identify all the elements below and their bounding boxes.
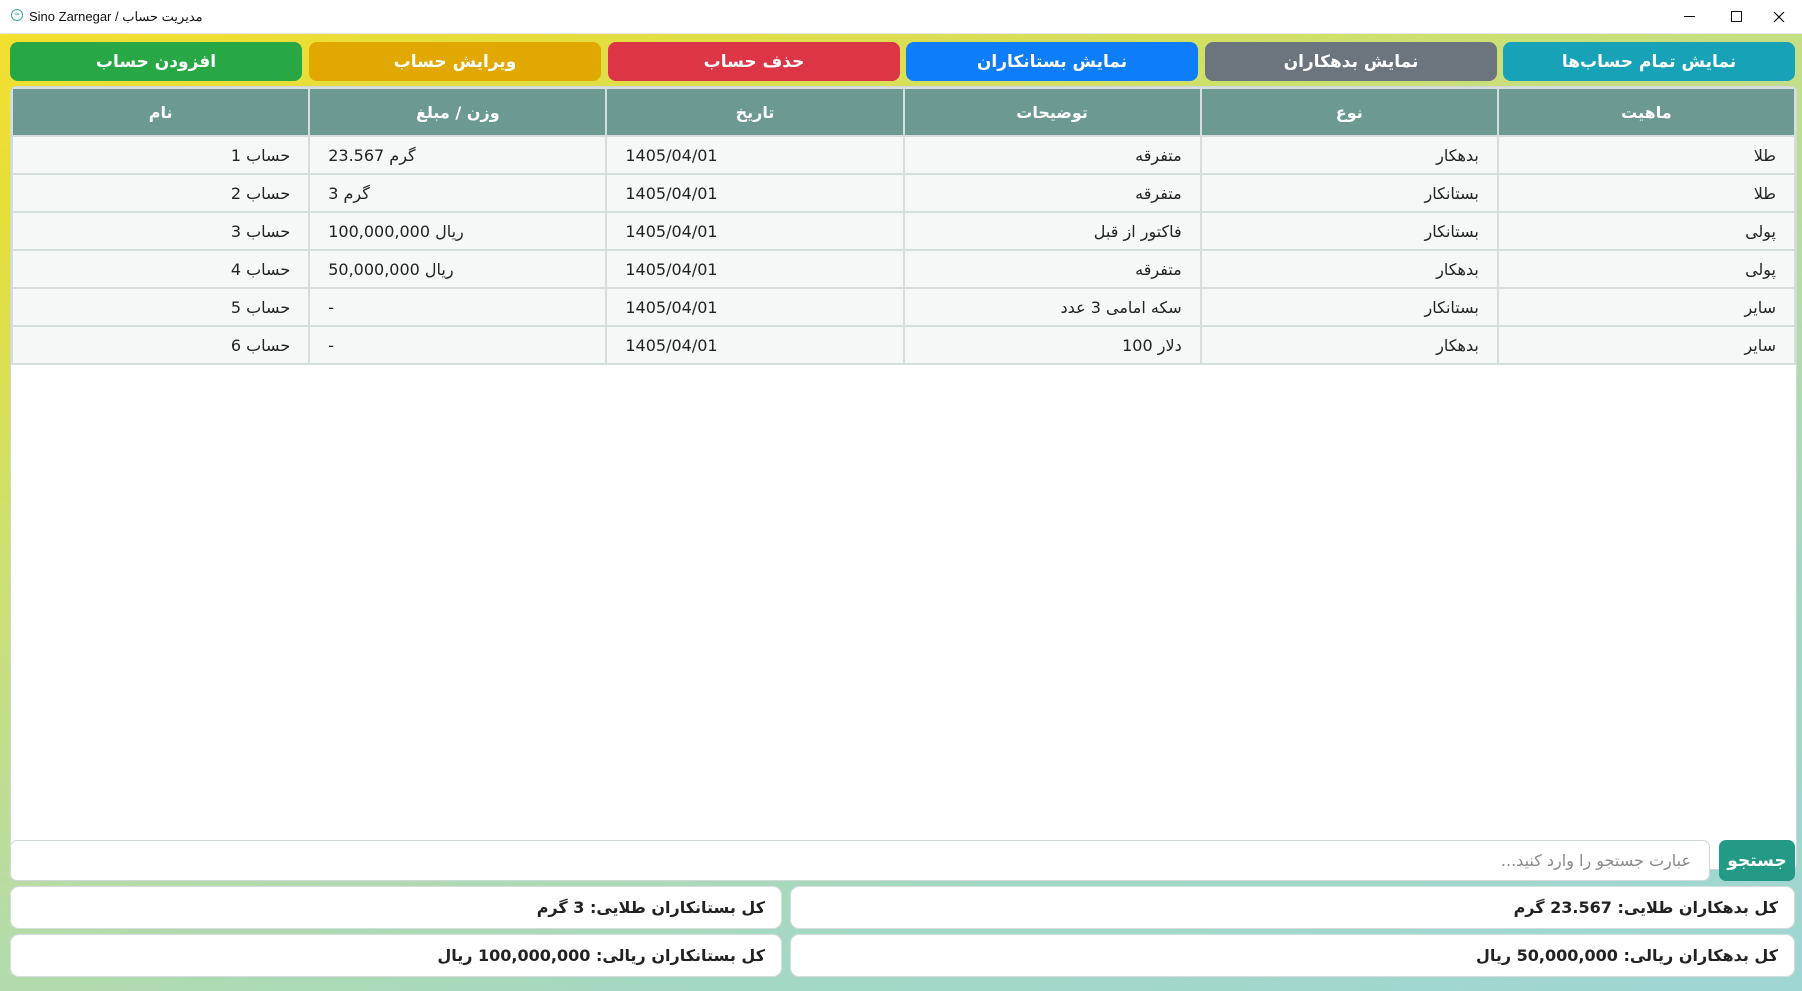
main-window: نمایش تمام حساب‌ها نمایش بدهکاران نمایش … xyxy=(0,34,1802,991)
show-debtors-button[interactable]: نمایش بدهکاران xyxy=(1205,42,1497,81)
table-cell[interactable]: بدهکار xyxy=(1199,135,1499,175)
table-cell[interactable]: سایر xyxy=(1496,287,1796,327)
table-cell[interactable]: سکه امامی 3 عدد xyxy=(902,287,1202,327)
show-creditors-button[interactable]: نمایش بستانکاران xyxy=(906,42,1198,81)
table-cell[interactable]: 1405/04/01 xyxy=(605,249,905,289)
table-cell[interactable]: 50,000,000 ریال xyxy=(308,249,608,289)
search-input[interactable] xyxy=(10,840,1710,881)
gold-debtors-total: کل بدهکاران طلایی: 23.567 گرم xyxy=(790,886,1795,929)
table-cell[interactable]: بستانکار xyxy=(1199,211,1499,251)
table-cell[interactable]: فاکتور از قبل xyxy=(902,211,1202,251)
add-account-button[interactable]: افزودن حساب xyxy=(10,42,302,81)
table-cell[interactable]: 100,000,000 ریال xyxy=(308,211,608,251)
table-cell[interactable]: متفرقه xyxy=(902,173,1202,213)
accounts-table-panel: ماهیت نوع توضیحات تاریخ وزن / مبلغ نام طلا بده… xyxy=(10,86,1797,870)
table-cell[interactable]: دلار 100 xyxy=(902,325,1202,365)
table-cell[interactable]: 1405/04/01 xyxy=(605,135,905,175)
rial-debtors-total: کل بدهکاران ریالی: 50,000,000 ریال xyxy=(790,934,1795,977)
maximize-button[interactable] xyxy=(1713,0,1759,33)
column-header[interactable]: تاریخ xyxy=(605,87,905,137)
minimize-button[interactable] xyxy=(1666,0,1712,33)
window-title: Sino Zarnegar / مدیریت حساب xyxy=(29,9,203,24)
table-cell[interactable]: 1405/04/01 xyxy=(605,287,905,327)
table-row[interactable]: طلا بستانکار متفرقه 1405/04/01 3 گرم حساب 2 xyxy=(11,173,1796,213)
table-cell[interactable]: 1405/04/01 xyxy=(605,173,905,213)
table-cell[interactable]: - xyxy=(308,325,608,365)
table-cell[interactable]: 1405/04/01 xyxy=(605,325,905,365)
app-logo-icon: ≈ xyxy=(11,9,23,21)
table-cell[interactable]: بستانکار xyxy=(1199,287,1499,327)
table-cell[interactable]: بدهکار xyxy=(1199,249,1499,289)
table-cell[interactable]: حساب 2 xyxy=(11,173,311,213)
table-cell[interactable]: 1405/04/01 xyxy=(605,211,905,251)
table-row[interactable]: پولی بدهکار متفرقه 1405/04/01 50,000,000 ریا… xyxy=(11,249,1796,289)
maximize-icon xyxy=(1730,11,1742,22)
table-cell[interactable]: حساب 4 xyxy=(11,249,311,289)
table-cell[interactable]: - xyxy=(308,287,608,327)
accounts-table: ماهیت نوع توضیحات تاریخ وزن / مبلغ نام طلا بده… xyxy=(11,87,1796,365)
table-cell[interactable]: متفرقه xyxy=(902,135,1202,175)
table-row[interactable]: پولی بستانکار فاکتور از قبل 1405/04/01 100,0… xyxy=(11,211,1796,251)
table-cell[interactable]: پولی xyxy=(1496,211,1796,251)
table-cell[interactable]: حساب 1 xyxy=(11,135,311,175)
column-header[interactable]: توضیحات xyxy=(902,87,1202,137)
table-cell[interactable]: بستانکار xyxy=(1199,173,1499,213)
table-cell[interactable]: طلا xyxy=(1496,135,1796,175)
show-all-accounts-button[interactable]: نمایش تمام حساب‌ها xyxy=(1503,42,1795,81)
column-header[interactable]: نوع xyxy=(1199,87,1499,137)
table-cell[interactable]: 23.567 گرم xyxy=(308,135,608,175)
table-cell[interactable]: پولی xyxy=(1496,249,1796,289)
table-cell[interactable]: بدهکار xyxy=(1199,325,1499,365)
rial-creditors-total: کل بستانکاران ریالی: 100,000,000 ریال xyxy=(10,934,782,977)
column-header[interactable]: وزن / مبلغ xyxy=(308,87,608,137)
delete-account-button[interactable]: حذف حساب xyxy=(608,42,900,81)
table-row[interactable]: سایر بستانکار سکه امامی 3 عدد 1405/04/01- حس… xyxy=(11,287,1796,327)
column-header[interactable]: نام xyxy=(11,87,311,137)
close-button[interactable] xyxy=(1756,0,1802,33)
table-cell[interactable]: حساب 5 xyxy=(11,287,311,327)
table-cell[interactable]: 3 گرم xyxy=(308,173,608,213)
table-row[interactable]: سایر بدهکار دلار 100 1405/04/01- حساب 6 xyxy=(11,325,1796,365)
table-cell[interactable]: طلا xyxy=(1496,173,1796,213)
table-cell[interactable]: متفرقه xyxy=(902,249,1202,289)
title-bar: ≈ Sino Zarnegar / مدیریت حساب xyxy=(0,0,1802,34)
column-header[interactable]: ماهیت xyxy=(1496,87,1796,137)
table-row[interactable]: طلا بدهکار متفرقه 1405/04/01 23.567 گرم حساب … xyxy=(11,135,1796,175)
close-icon xyxy=(1773,11,1785,22)
gold-creditors-total: کل بستانکاران طلایی: 3 گرم xyxy=(10,886,782,929)
table-header-row: ماهیت نوع توضیحات تاریخ وزن / مبلغ نام xyxy=(11,87,1796,137)
minimize-icon xyxy=(1683,16,1695,17)
table-body: طلا بدهکار متفرقه 1405/04/01 23.567 گرم حساب … xyxy=(11,135,1796,365)
table-cell[interactable]: سایر xyxy=(1496,325,1796,365)
search-button[interactable]: جستجو xyxy=(1719,840,1795,881)
table-cell[interactable]: حساب 6 xyxy=(11,325,311,365)
table-cell[interactable]: حساب 3 xyxy=(11,211,311,251)
edit-account-button[interactable]: ویرایش حساب xyxy=(309,42,601,81)
